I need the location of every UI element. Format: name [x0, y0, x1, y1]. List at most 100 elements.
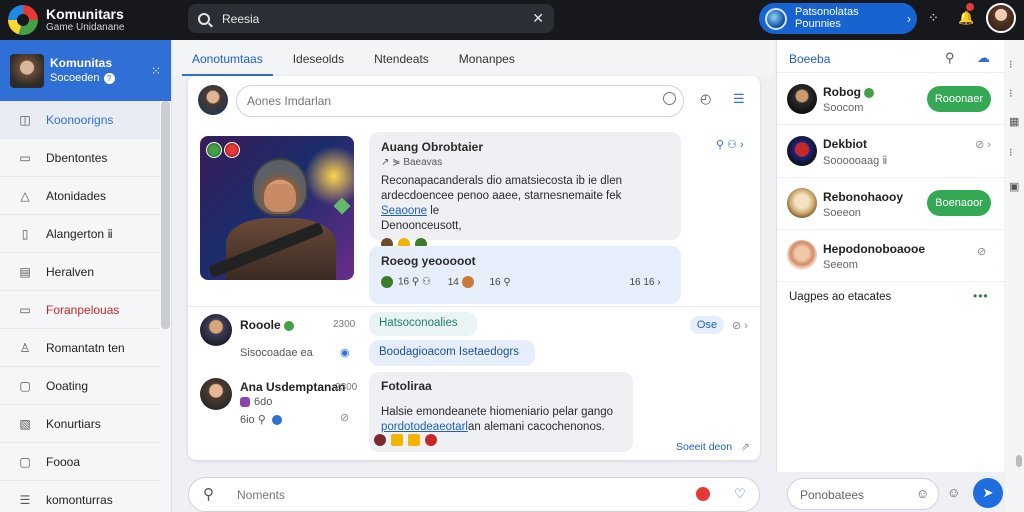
panel-input[interactable]: Ponobatees ☺ [787, 478, 939, 510]
grid-menu-icon[interactable]: ⁘ [928, 10, 939, 26]
tab-ntendeats[interactable]: Ntendeats [364, 52, 439, 76]
composer-input[interactable] [236, 85, 684, 117]
heart-outline-icon[interactable]: ♡ [734, 486, 746, 502]
sidebar-item[interactable]: △ Atonidades [0, 177, 160, 215]
tab-ideseolds[interactable]: Ideseolds [283, 52, 354, 76]
comment-action-button[interactable]: Ose [690, 316, 724, 334]
sidebar-item-icon: ▯ [21, 226, 29, 241]
follow-button[interactable]: Boenaoor [927, 190, 991, 216]
emoji-icon[interactable] [663, 92, 676, 105]
reaction-icon[interactable] [381, 276, 393, 288]
post-image[interactable] [200, 136, 354, 280]
clock-icon[interactable]: ◴ [700, 91, 711, 107]
comment-author[interactable]: Ana Usdemptanan [240, 380, 345, 394]
apps-grid-icon[interactable]: ⁙ [151, 64, 161, 78]
sidebar-item[interactable]: ☰ komonturras [0, 481, 160, 512]
comment-avatar[interactable] [200, 378, 232, 410]
reply-count: 16 16 › [629, 276, 661, 288]
account-avatar [765, 7, 787, 30]
comment-tag[interactable]: Hatsoconoalies [369, 312, 477, 336]
search-icon[interactable]: ⚲ [945, 50, 955, 66]
options-icon[interactable]: ⊘ › [975, 138, 991, 151]
comment-body-line: Halsie emondeanete hiomeniario pelar gan… [381, 405, 614, 418]
logo-mark [8, 5, 38, 35]
sidebar-item[interactable]: ▯ Alangerton ⅱ [0, 215, 160, 253]
more-dots-icon[interactable]: ••• [973, 289, 989, 303]
grid-icon[interactable]: ⁝ [1009, 58, 1013, 71]
app-logo[interactable]: Komunitars Game Unidanane [8, 5, 178, 35]
search-icon [198, 12, 210, 25]
heart-icon[interactable] [425, 433, 437, 446]
sidebar-item[interactable]: ▧ Konurtiars [0, 405, 160, 443]
panel-icon[interactable]: ▣ [1009, 180, 1019, 193]
sidebar-item[interactable]: ♙ Romantatn ten [0, 329, 160, 367]
more-icon[interactable]: ⊘ [340, 411, 349, 424]
post-body-line: Reconapacanderals dio amatsiecosta ib ie… [381, 175, 623, 187]
star-icon[interactable] [408, 433, 420, 446]
sidebar-item[interactable]: ▢ Foooa [0, 443, 160, 481]
list-icon[interactable]: ☰ [733, 91, 745, 107]
see-more-link[interactable]: Soeeit deon ⇗ [676, 441, 750, 453]
reaction-icon[interactable] [461, 276, 474, 288]
comment-avatar[interactable] [200, 314, 232, 346]
suggestion-name: Rebonohaooy [823, 190, 903, 204]
tab-aonotumtaas[interactable]: Aonotumtaas [182, 52, 273, 76]
sidebar-item[interactable]: ▤ Heralven [0, 253, 160, 291]
sidebar-item[interactable]: ▭ Dbentontes [0, 139, 160, 177]
send-button[interactable]: ➤ [973, 478, 1003, 508]
sidebar-user-card[interactable]: Komunitas Socoeden? ⁙ [0, 40, 171, 101]
settings-icon[interactable]: ⁝ [1009, 146, 1013, 159]
composer-avatar [198, 85, 228, 115]
list-icon[interactable]: ⁝ [1009, 87, 1013, 100]
suggestion-row[interactable]: Dekbiot Soooooaag ⅱ ⊘ › [777, 125, 1005, 178]
game-badge-icon [224, 142, 240, 158]
reaction-icon[interactable] [374, 433, 386, 446]
sidebar-item-icon: ◫ [19, 112, 31, 127]
search-bar[interactable]: ✕ [188, 4, 554, 33]
smile-icon[interactable]: ☺ [947, 485, 960, 500]
account-switcher[interactable]: Patsonolatas Pounnies › [759, 3, 917, 34]
sidebar-item-label: komonturras [46, 492, 113, 507]
tab-monanpes[interactable]: Monanpes [449, 52, 525, 76]
sidebar-item-label: Atonidades [46, 188, 107, 203]
app-subtitle: Game Unidanane [46, 22, 125, 34]
sidebar-item[interactable]: ▢ Ooating [0, 367, 160, 405]
suggestion-sub: Seeom [823, 259, 858, 271]
check-icon[interactable]: ◉ [340, 346, 350, 359]
follow-button[interactable]: Rooonaer [927, 86, 991, 112]
sidebar-scrollbar[interactable] [161, 101, 170, 329]
suggestion-row[interactable]: Robog Soocom Rooonaer [777, 73, 1005, 125]
comment-author[interactable]: Rooole [240, 318, 294, 332]
info-badge-icon [271, 415, 282, 426]
post-link[interactable]: Seaoone [381, 205, 427, 217]
cloud-icon[interactable]: ☁ [977, 50, 990, 66]
sidebar-user-name: Komunitas [50, 55, 113, 70]
suggestion-sub: Soeeon [823, 207, 861, 219]
emoji-icon[interactable]: ☺ [916, 486, 929, 501]
sidebar-item[interactable]: ◫ Koonoorigns [0, 101, 160, 139]
role-badge-icon [240, 397, 250, 408]
suggestion-row[interactable]: Rebonohaooy Soeeon Boenaoor [777, 178, 1005, 230]
table-icon[interactable]: ▦ [1009, 115, 1019, 128]
sidebar-item[interactable]: ▭ Foranpelouas [0, 291, 160, 329]
sidebar-item-label: Heralven [46, 264, 95, 279]
comment-link[interactable]: pordotodeaeotarl [381, 421, 468, 433]
chevron-right-icon: › [907, 11, 911, 26]
panel-scrollbar[interactable] [1016, 455, 1022, 467]
help-icon[interactable]: ? [103, 73, 115, 85]
suggestions-more-label[interactable]: Uagpes ao etacates [789, 291, 891, 303]
share-icon[interactable]: ⚲ ⚇ › [716, 138, 744, 151]
bell-icon[interactable]: 🔔 [958, 10, 974, 26]
post-bubble: Auang Obrobtaier ↗ ⋟ Baeavas Reconapacan… [369, 132, 681, 250]
comment-box[interactable]: ⚲ Noments ♡ [188, 477, 760, 512]
options-icon[interactable]: ⊘ › [732, 319, 748, 332]
search-input[interactable] [222, 11, 533, 26]
close-icon[interactable]: ✕ [532, 10, 544, 27]
sidebar-nav: ◫ Koonoorigns ▭ Dbentontes △ Atonidades ▯ Alang… [0, 101, 171, 512]
options-icon[interactable]: ⊘ [977, 245, 986, 258]
user-avatar[interactable] [986, 3, 1016, 33]
star-icon[interactable] [391, 433, 403, 446]
record-icon[interactable] [696, 487, 710, 501]
suggestions-panel: Boeeba ⚲ ☁ Robog Soocom Rooonaer Dekbiot… [776, 40, 1005, 472]
suggestion-row[interactable]: Hepodonoboaooe Seeom ⊘ [777, 230, 1005, 282]
